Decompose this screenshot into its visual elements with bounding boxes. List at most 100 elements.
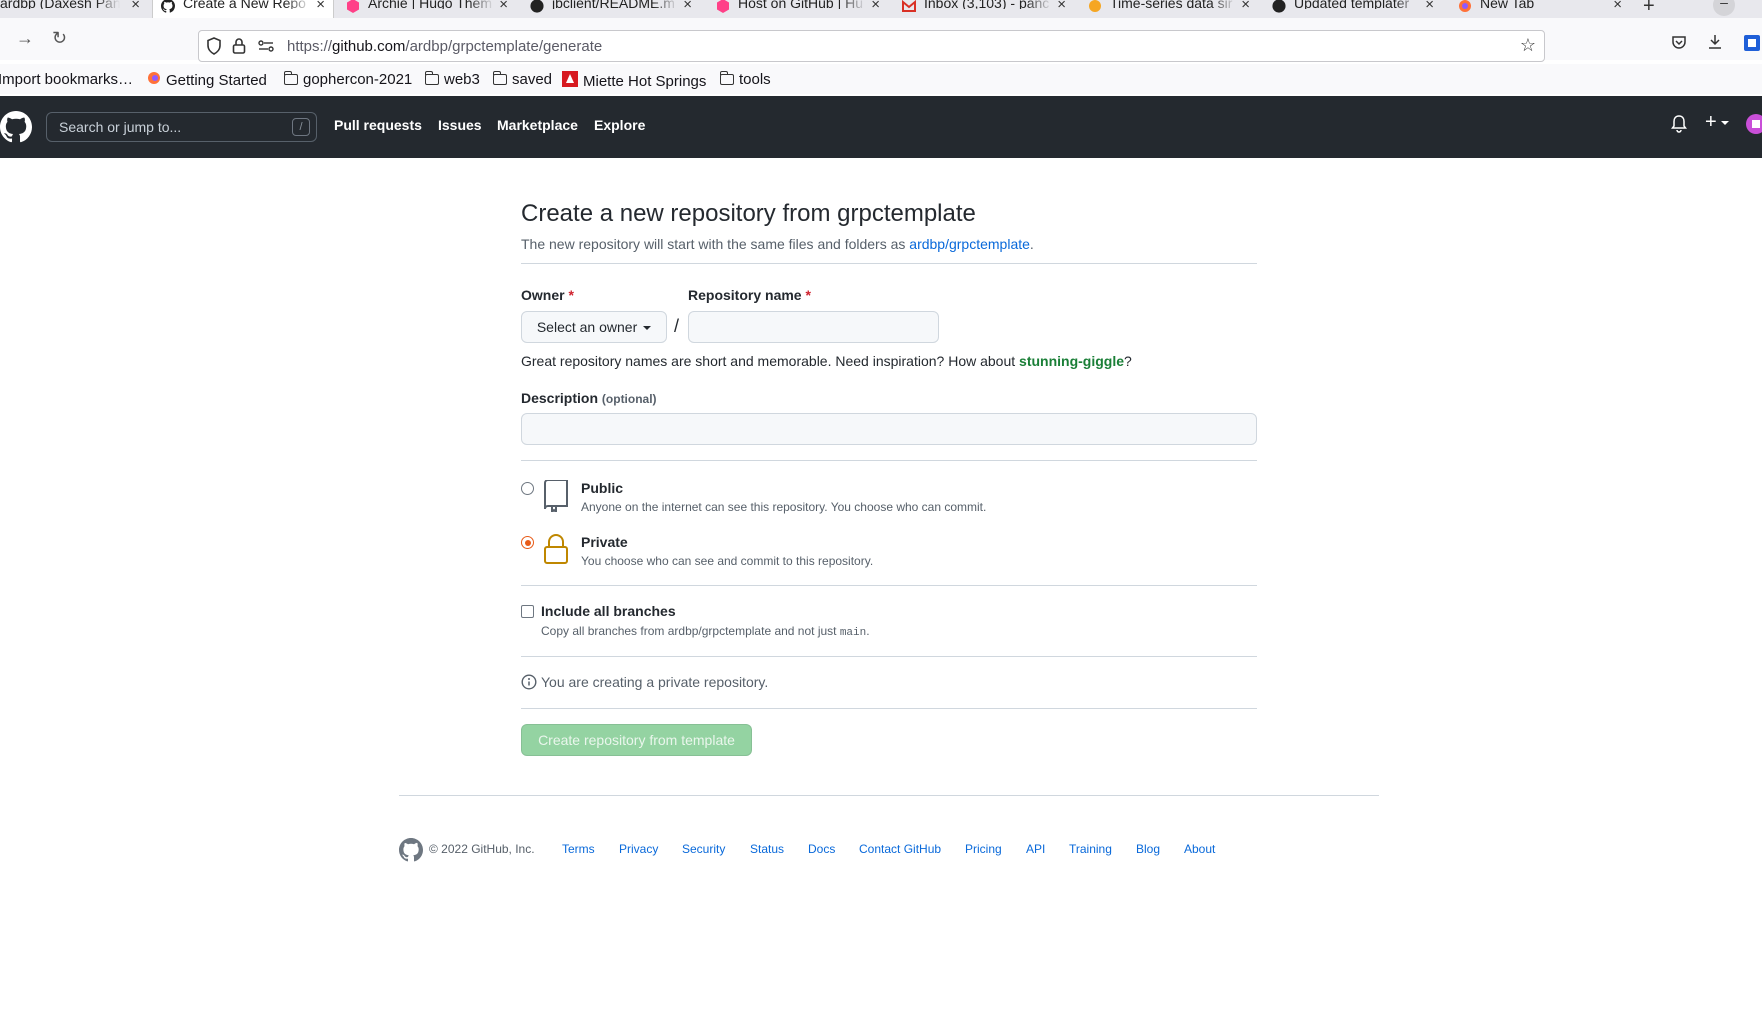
tab-close-icon[interactable]: × — [1425, 0, 1434, 13]
footer-link-about[interactable]: About — [1184, 842, 1215, 856]
browser-tab[interactable]: Time-series data sir × — [1088, 0, 1250, 18]
extension-icon[interactable] — [1743, 34, 1761, 57]
public-description: Anyone on the internet can see this repo… — [581, 500, 987, 514]
create-new-plus-icon[interactable]: + — [1705, 111, 1729, 134]
nav-explore[interactable]: Explore — [594, 117, 645, 133]
footer-link-training[interactable]: Training — [1069, 842, 1112, 856]
tab-close-icon[interactable]: × — [871, 0, 880, 13]
browser-tab[interactable]: New Tab × — [1458, 0, 1626, 18]
github-mark-icon[interactable] — [399, 838, 423, 865]
bookmark-star-icon[interactable]: ☆ — [1520, 35, 1536, 56]
footer-link-privacy[interactable]: Privacy — [619, 842, 658, 856]
folder-icon — [424, 71, 439, 85]
description-label-text: Description — [521, 390, 599, 406]
url-text[interactable]: https://github.com/ardbp/grpctemplate/ge… — [287, 38, 602, 55]
github-logo-icon[interactable] — [0, 111, 32, 148]
required-mark: * — [805, 287, 811, 303]
tab-title: New Tab — [1480, 0, 1535, 9]
include-branches-checkbox[interactable] — [521, 605, 534, 618]
footer-link-api[interactable]: API — [1026, 842, 1045, 856]
browser-tab[interactable]: Host on GitHub | Hu × — [716, 0, 880, 18]
browser-tab[interactable]: ardbp (Daxesh Pan × — [0, 0, 140, 18]
divider — [521, 460, 1257, 461]
footer-link-status[interactable]: Status — [750, 842, 784, 856]
tab-title: Archie | Hugo Them — [368, 0, 492, 9]
minimize-window-button[interactable]: – — [1713, 0, 1735, 16]
bookmark-folder-web3[interactable]: web3 — [424, 71, 480, 88]
footer-copyright: © 2022 GitHub, Inc. — [429, 842, 535, 856]
forward-arrow-icon[interactable]: → — [16, 28, 34, 49]
search-input[interactable]: Search or jump to... / — [46, 112, 317, 142]
bookmark-import[interactable]: Import bookmarks… — [0, 71, 133, 88]
url-domain: github.com — [332, 38, 406, 55]
bookmark-folder-saved[interactable]: saved — [492, 71, 552, 88]
new-tab-button[interactable]: + — [1643, 0, 1655, 18]
footer-link-pricing[interactable]: Pricing — [965, 842, 1002, 856]
owner-select-button[interactable]: Select an owner — [521, 311, 667, 343]
browser-tab[interactable]: Archie | Hugo Them × — [346, 0, 508, 18]
footer-link-blog[interactable]: Blog — [1136, 842, 1160, 856]
template-repo-link[interactable]: ardbp/grpctemplate — [909, 236, 1030, 252]
url-prefix: https:// — [287, 38, 333, 55]
repo-name-input[interactable] — [688, 311, 939, 343]
tab-close-icon[interactable]: × — [1613, 0, 1622, 13]
tab-close-icon[interactable]: × — [499, 0, 508, 13]
description-input[interactable] — [521, 413, 1257, 445]
tab-close-icon[interactable]: × — [683, 0, 692, 13]
firefox-icon — [147, 71, 161, 89]
pocket-icon[interactable] — [1671, 34, 1687, 55]
folder-icon — [719, 71, 734, 85]
browser-tab[interactable]: Inbox (3,103) - panc × — [902, 0, 1066, 18]
browser-tab-active[interactable]: Create a New Repo × — [152, 0, 334, 18]
nav-pull-requests[interactable]: Pull requests — [334, 117, 422, 133]
footer-link-docs[interactable]: Docs — [808, 842, 835, 856]
github-icon — [530, 0, 544, 13]
chevron-down-icon — [643, 326, 652, 331]
info-icon — [521, 674, 537, 695]
bookmark-getting-started[interactable]: Getting Started — [147, 71, 267, 89]
divider — [521, 585, 1257, 586]
lock-icon[interactable] — [232, 37, 246, 59]
tab-close-icon[interactable]: × — [316, 0, 325, 13]
tab-title: jbclient/README.m — [552, 0, 675, 9]
bookmark-folder-tools[interactable]: tools — [719, 71, 771, 88]
footer-link-security[interactable]: Security — [682, 842, 725, 856]
notifications-bell-icon[interactable] — [1671, 115, 1687, 138]
name-suggestion-link[interactable]: stunning-giggle — [1019, 353, 1124, 369]
private-radio[interactable] — [521, 536, 534, 549]
tab-close-icon[interactable]: × — [1241, 0, 1250, 13]
bookmark-miette[interactable]: Miette Hot Springs — [562, 71, 706, 91]
divider — [521, 708, 1257, 709]
bookmark-label: Import bookmarks… — [0, 71, 134, 88]
owner-label: Owner * — [521, 287, 574, 303]
tab-title: Inbox (3,103) - panc — [924, 0, 1050, 9]
public-radio[interactable] — [521, 482, 534, 495]
create-repository-button[interactable]: Create repository from template — [521, 724, 752, 756]
owner-select-label: Select an owner — [536, 319, 638, 335]
nav-issues[interactable]: Issues — [438, 117, 482, 133]
optional-note: (optional) — [601, 392, 657, 406]
tab-title: Time-series data sir — [1110, 0, 1233, 9]
bookmark-label: Getting Started — [166, 71, 267, 89]
url-path: /ardbp/grpctemplate/generate — [405, 38, 603, 55]
tab-title: Host on GitHub | Hu — [738, 0, 864, 9]
address-bar[interactable]: https://github.com/ardbp/grpctemplate/ge… — [198, 30, 1545, 62]
browser-tab[interactable]: jbclient/README.m × — [530, 0, 692, 18]
footer-link-terms[interactable]: Terms — [562, 842, 595, 856]
firefox-icon — [1458, 0, 1472, 13]
bookmark-folder-gophercon[interactable]: gophercon-2021 — [283, 71, 412, 88]
permissions-icon[interactable] — [257, 37, 275, 59]
hint-suffix: ? — [1124, 353, 1132, 369]
chevron-down-icon — [1720, 120, 1729, 125]
nav-marketplace[interactable]: Marketplace — [497, 117, 578, 133]
avatar[interactable] — [1746, 114, 1762, 139]
private-description: You choose who can see and commit to thi… — [581, 554, 874, 568]
browser-tab[interactable]: Updated templater × — [1272, 0, 1434, 18]
downloads-icon[interactable] — [1707, 34, 1723, 55]
owner-label-text: Owner — [521, 287, 565, 303]
shield-icon[interactable] — [206, 37, 222, 59]
tab-close-icon[interactable]: × — [131, 0, 140, 13]
reload-icon[interactable]: ↻ — [52, 28, 67, 49]
tab-close-icon[interactable]: × — [1057, 0, 1066, 13]
footer-link-contact[interactable]: Contact GitHub — [859, 842, 941, 856]
